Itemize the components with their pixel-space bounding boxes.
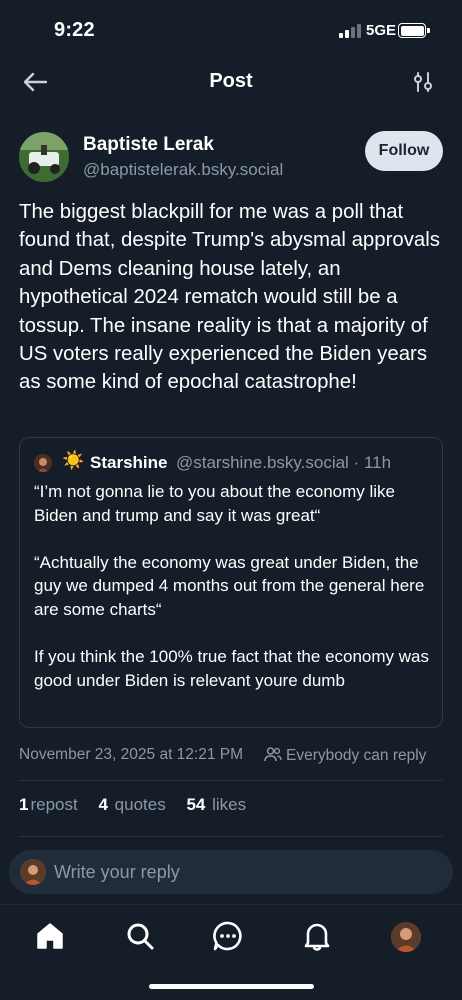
follow-button[interactable]: Follow xyxy=(365,131,443,171)
network-label: 5GE xyxy=(366,22,397,39)
quote-author-name: Starshine xyxy=(90,453,168,472)
likes-stat[interactable]: 54 likes xyxy=(186,795,246,814)
reply-setting[interactable]: Everybody can reply xyxy=(264,746,426,765)
quote-avatar xyxy=(34,454,52,472)
battery-tip xyxy=(427,28,430,33)
reply-placeholder: Write your reply xyxy=(54,862,180,882)
author-avatar[interactable] xyxy=(19,132,69,182)
divider xyxy=(19,836,443,837)
reply-setting-label: Everybody can reply xyxy=(286,747,427,764)
home-indicator xyxy=(149,984,314,989)
quotes-count: 4 xyxy=(98,795,108,814)
page-title: Post xyxy=(209,70,253,92)
reposts-label: repost xyxy=(30,795,78,814)
likes-label: likes xyxy=(212,795,247,814)
chat-icon[interactable] xyxy=(211,919,245,953)
sliders-icon[interactable] xyxy=(411,70,435,94)
user-avatar xyxy=(20,859,46,885)
lawnmower-avatar-icon xyxy=(19,132,69,182)
quote-card[interactable]: ☀️ Starshine @starshine.bsky.social · 11… xyxy=(19,437,443,728)
home-icon[interactable] xyxy=(33,919,67,953)
reposts-count: 1 xyxy=(19,795,29,814)
divider xyxy=(19,780,443,781)
header: Post xyxy=(0,60,462,104)
quote-paragraph: “Achtually the economy was great under B… xyxy=(34,552,425,619)
status-bar: 9:22 5GE xyxy=(0,0,462,60)
quotes-label: quotes xyxy=(114,795,166,814)
quotes-stat[interactable]: 4 quotes xyxy=(98,795,165,814)
reply-input[interactable]: Write your reply xyxy=(9,850,453,894)
quote-author-meta: @starshine.bsky.social · 11h xyxy=(176,453,392,472)
author-name[interactable]: Baptiste Lerak xyxy=(83,134,214,156)
reposts-stat[interactable]: 1 repost xyxy=(19,795,78,814)
author-handle[interactable]: @baptistelerak.bsky.social xyxy=(83,160,283,180)
signal-icon xyxy=(339,24,363,38)
sun-icon: ☀️ xyxy=(62,450,85,470)
post-text: The biggest blackpill for me was a poll … xyxy=(19,201,440,394)
profile-avatar[interactable] xyxy=(391,922,421,952)
people-icon xyxy=(264,747,282,762)
bell-icon[interactable] xyxy=(300,919,334,953)
quote-paragraph: “I’m not gonna lie to you about the econ… xyxy=(34,482,395,525)
post-timestamp: November 23, 2025 at 12:21 PM xyxy=(19,746,244,763)
quote-paragraph: If you think the 100% true fact that the… xyxy=(34,647,430,690)
search-icon[interactable] xyxy=(123,919,157,953)
post-stats: 1 repost 4 quotes 54 likes xyxy=(19,795,262,815)
likes-count: 54 xyxy=(186,795,206,814)
battery-icon xyxy=(398,23,426,38)
quote-body: “I’m not gonna lie to you about the econ… xyxy=(34,480,434,692)
status-time: 9:22 xyxy=(54,19,95,41)
